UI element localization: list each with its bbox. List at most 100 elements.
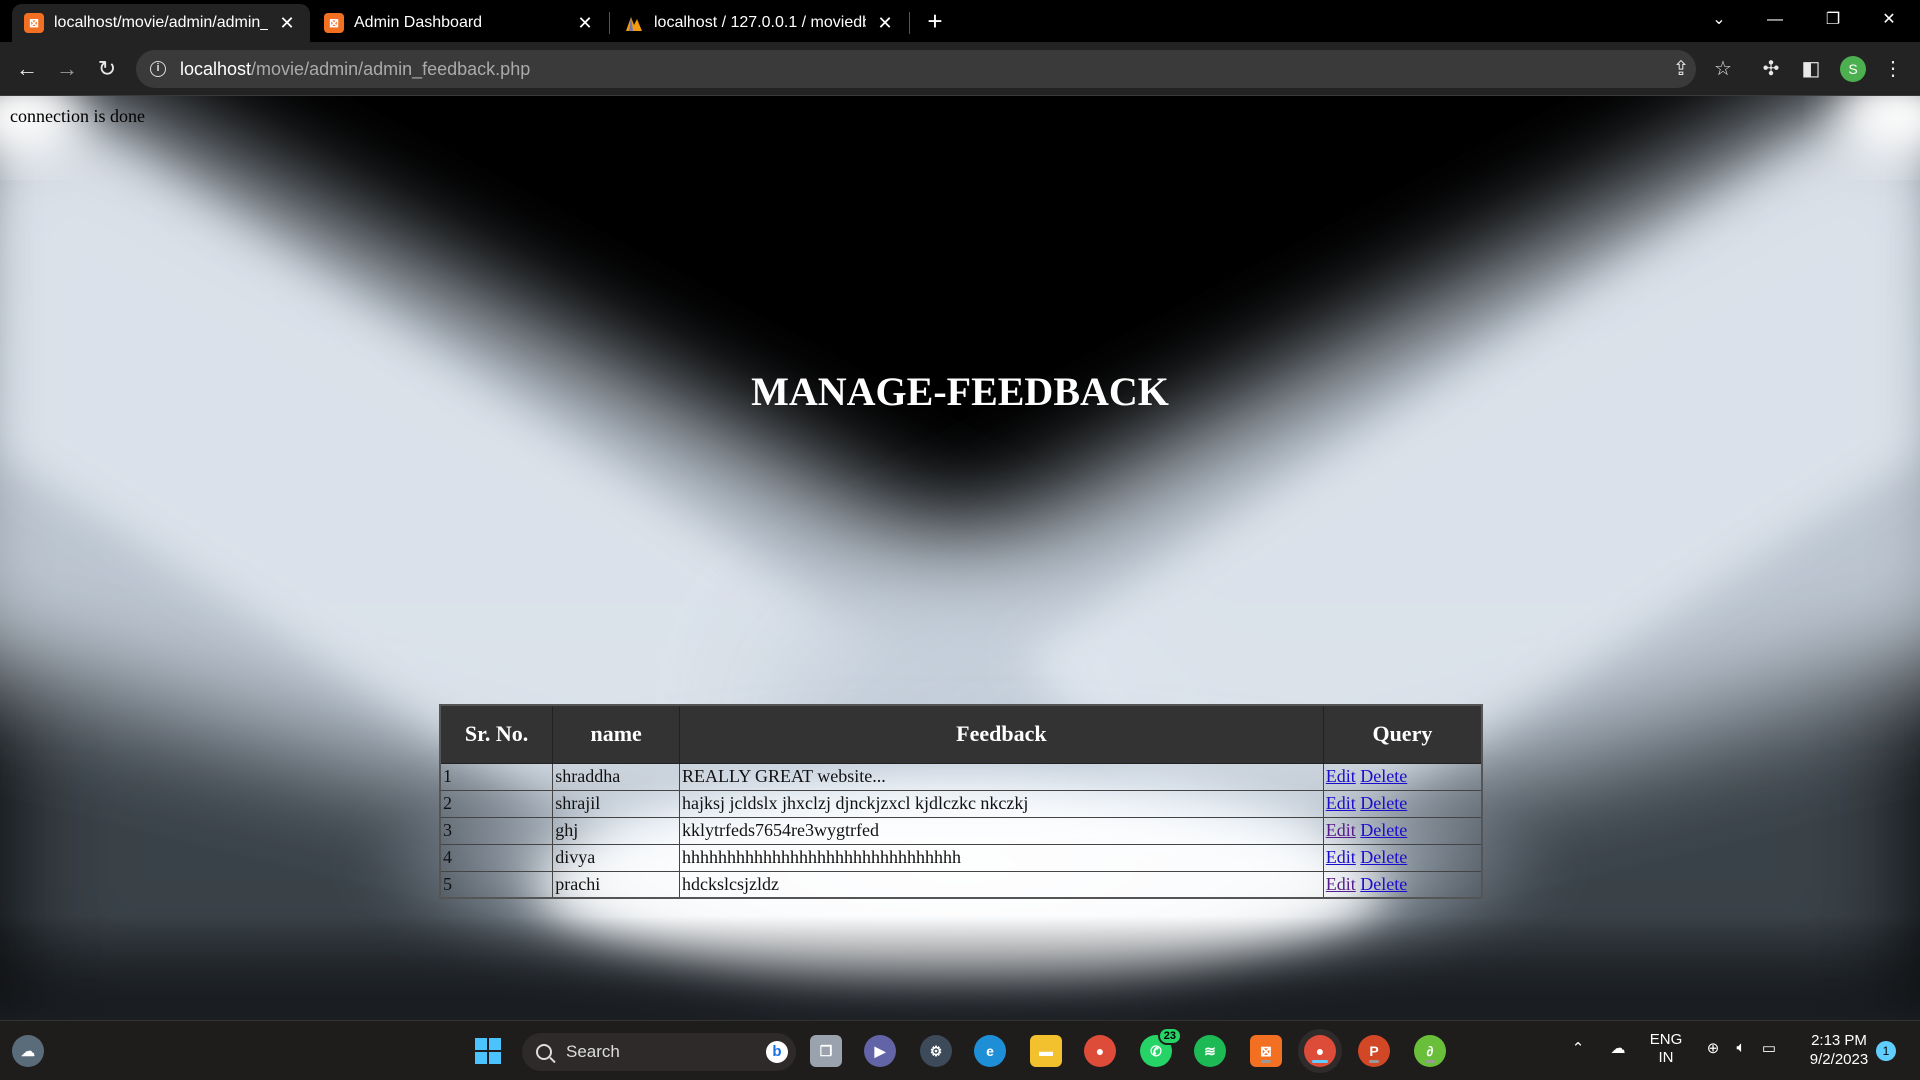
weather-widget-icon[interactable]: ☁ [12,1035,44,1067]
edit-link[interactable]: Edit [1326,793,1356,813]
cell-feedback: hajksj jcldslx jhxclzj djnckjzxcl kjdlcz… [679,789,1324,818]
taskbar: ☁ Search b ❐ ▶ ⚙ e ▬ ● ✆ 23 ≋ ⊠ ● P ∂ ⌃ … [0,1020,1920,1080]
column-header-feedback: Feedback [679,704,1324,764]
task-view-icon[interactable]: ❐ [810,1035,842,1067]
xampp-icon[interactable]: ⊠ [1250,1035,1282,1067]
cell-sr-no: 4 [439,843,554,872]
tab-search-icon[interactable]: ⌄ [1696,0,1742,40]
onedrive-cloud-icon[interactable]: ☁ [1606,1039,1630,1057]
search-icon [536,1044,552,1060]
delete-link[interactable]: Delete [1360,847,1407,867]
start-windows-icon[interactable] [472,1035,504,1067]
bookmark-star-icon[interactable]: ☆ [1710,56,1736,82]
browser-toolbar: ← → ↻ i localhost/movie/admin/admin_feed… [0,42,1920,96]
cell-query: Edit Delete [1322,870,1483,899]
language-indicator[interactable]: ENG IN [1646,1031,1686,1067]
cell-sr-no: 3 [439,816,554,845]
cell-query: Edit Delete [1322,816,1483,845]
tab-title: Admin Dashboard [354,14,483,31]
close-icon[interactable]: ✕ [574,13,596,34]
close-window-icon[interactable]: ✕ [1866,0,1912,40]
close-icon[interactable]: ✕ [276,13,298,34]
xampp-icon: ⊠ [24,13,44,33]
table-row: 1 shraddha REALLY GREAT website... Edit … [439,762,1483,791]
profile-avatar[interactable]: S [1840,56,1866,82]
edit-link[interactable]: Edit [1326,847,1356,867]
edit-link[interactable]: Edit [1326,766,1356,786]
tab-title: localhost/movie/admin/admin_fe [54,14,268,31]
column-header-sr-no: Sr. No. [439,704,554,764]
table-header-row: Sr. No. name Feedback Query [439,704,1483,764]
edge-browser-icon[interactable]: e [974,1035,1006,1067]
network-globe-icon[interactable]: ⊕ [1702,1039,1724,1057]
chrome-icon[interactable]: ● [1084,1035,1116,1067]
forward-arrow-icon[interactable]: → [52,54,82,84]
clock[interactable]: 2:13 PM 9/2/2023 [1794,1031,1884,1069]
feedback-table: Sr. No. name Feedback Query 1 shraddha R… [439,704,1483,899]
extensions-puzzle-icon[interactable]: ✣ [1758,56,1784,82]
taskbar-search-box[interactable]: Search b [522,1033,796,1071]
share-icon[interactable]: ⇪ [1668,56,1694,82]
file-explorer-icon[interactable]: ▬ [1030,1035,1062,1067]
cell-query: Edit Delete [1322,762,1483,791]
tab-admin-dashboard[interactable]: ⊠ Admin Dashboard ✕ [312,4,608,42]
url-path: /movie/admin/admin_feedback.php [251,58,531,79]
chrome-active-icon[interactable]: ● [1304,1035,1336,1067]
tab-phpmyadmin[interactable]: localhost / 127.0.0.1 / moviedb / ✕ [612,4,908,42]
notification-badge[interactable]: 1 [1876,1041,1896,1061]
cell-query: Edit Delete [1322,789,1483,818]
bing-icon[interactable]: b [766,1041,788,1063]
xampp-icon: ⊠ [324,13,344,33]
cell-feedback: hdckslcsjzldz [679,870,1324,899]
tab-divider [909,12,910,34]
language-label: ENG [1649,1031,1683,1048]
whatsapp-icon[interactable]: ✆ 23 [1140,1027,1182,1067]
kebab-menu-icon[interactable]: ⋮ [1880,56,1906,82]
side-panel-icon[interactable]: ◧ [1798,56,1824,82]
delete-link[interactable]: Delete [1360,820,1407,840]
app-green-icon[interactable]: ∂ [1414,1035,1446,1067]
connection-status-text: connection is done [10,106,145,126]
edit-link[interactable]: Edit [1326,820,1356,840]
table-row: 5 prachi hdckslcsjzldz Edit Delete [439,870,1483,899]
cell-feedback: hhhhhhhhhhhhhhhhhhhhhhhhhhhhhhh [679,843,1324,872]
search-label: Search [566,1042,620,1061]
delete-link[interactable]: Delete [1360,766,1407,786]
delete-link[interactable]: Delete [1360,874,1407,894]
whatsapp-badge: 23 [1157,1027,1182,1045]
clock-date: 9/2/2023 [1809,1051,1869,1068]
active-indicator [1312,1060,1328,1063]
volume-icon[interactable]: 🔈︎ [1730,1039,1752,1056]
back-arrow-icon[interactable]: ← [12,54,42,84]
cell-name: divya [552,843,681,872]
teams-chat-icon[interactable]: ▶ [864,1035,896,1067]
edit-link[interactable]: Edit [1326,874,1356,894]
cell-name: shraddha [552,762,681,791]
settings-gear-icon[interactable]: ⚙ [920,1035,952,1067]
close-icon[interactable]: ✕ [874,13,896,34]
address-bar[interactable]: i localhost/movie/admin/admin_feedback.p… [136,50,1696,88]
tab-admin-feedback[interactable]: ⊠ localhost/movie/admin/admin_fe ✕ [12,4,310,42]
cell-feedback: REALLY GREAT website... [679,762,1324,791]
cell-sr-no: 5 [439,870,554,899]
powerpoint-icon[interactable]: P [1358,1035,1390,1067]
running-indicator [1425,1060,1435,1063]
battery-icon[interactable]: ▭ [1758,1039,1780,1057]
clock-time: 2:13 PM [1811,1032,1867,1049]
cell-name: shrajil [552,789,681,818]
chevron-up-icon[interactable]: ⌃ [1568,1039,1588,1057]
region-label: IN [1658,1049,1674,1066]
spotify-icon[interactable]: ≋ [1194,1035,1226,1067]
restore-icon[interactable]: ❐ [1810,0,1856,40]
new-tab-button[interactable]: + [920,6,950,36]
table-row: 4 divya hhhhhhhhhhhhhhhhhhhhhhhhhhhhhhh … [439,843,1483,872]
site-info-icon[interactable]: i [150,61,166,77]
running-indicator [1369,1060,1379,1063]
delete-link[interactable]: Delete [1360,793,1407,813]
phpmyadmin-icon [624,13,644,33]
column-header-name: name [552,704,681,764]
reload-icon[interactable]: ↻ [92,54,122,84]
minimize-icon[interactable]: — [1752,0,1798,40]
running-indicator [1261,1060,1271,1063]
tab-title: localhost / 127.0.0.1 / moviedb / [654,14,866,31]
